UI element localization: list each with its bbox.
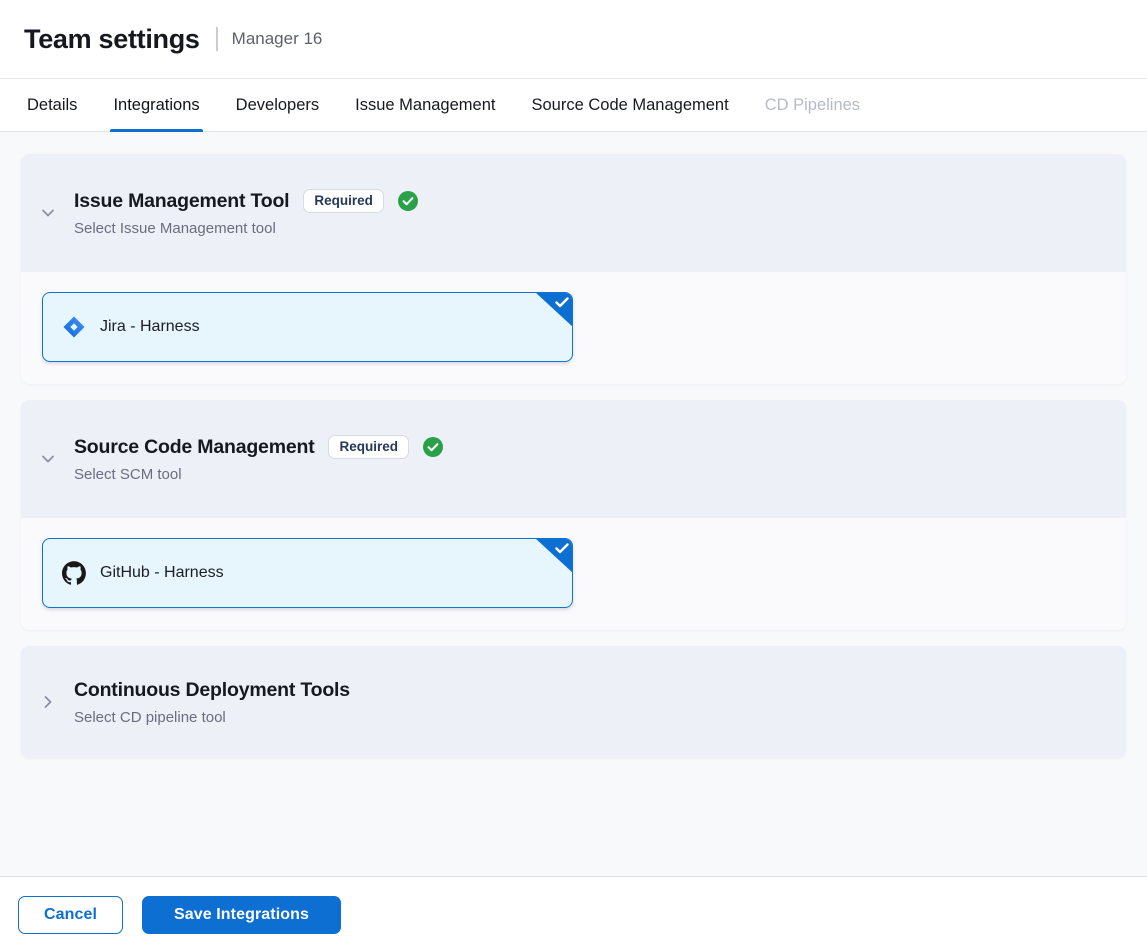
- chevron-down-icon[interactable]: [40, 205, 56, 221]
- check-circle-icon: [423, 437, 443, 457]
- tool-card-github-harness[interactable]: GitHub - Harness: [42, 538, 573, 608]
- section-title: Issue Management Tool: [74, 190, 289, 213]
- section-issue-management-body: Jira - Harness: [21, 272, 1126, 384]
- required-badge: Required: [328, 435, 409, 460]
- section-header-text: Source Code Management Required Select S…: [74, 435, 443, 484]
- section-scm-header[interactable]: Source Code Management Required Select S…: [21, 400, 1126, 518]
- page-header: Team settings Manager 16: [0, 0, 1147, 79]
- tool-card-label: GitHub - Harness: [100, 564, 224, 582]
- tab-details[interactable]: Details: [24, 79, 80, 131]
- selected-check-ribbon: [535, 538, 573, 573]
- tab-integrations[interactable]: Integrations: [110, 79, 202, 131]
- tab-developers[interactable]: Developers: [233, 79, 322, 131]
- team-settings-page: Team settings Manager 16 Details Integra…: [0, 0, 1147, 952]
- github-icon: [62, 561, 86, 585]
- section-scm-body: GitHub - Harness: [21, 518, 1126, 630]
- selected-check-ribbon: [535, 292, 573, 327]
- title-divider: [216, 27, 218, 51]
- section-header-text: Continuous Deployment Tools Select CD pi…: [74, 679, 350, 726]
- tab-source-code-management[interactable]: Source Code Management: [528, 79, 731, 131]
- check-circle-icon: [398, 191, 418, 211]
- jira-icon: [62, 315, 86, 339]
- section-subtitle: Select SCM tool: [74, 466, 443, 483]
- save-integrations-button[interactable]: Save Integrations: [142, 896, 341, 934]
- footer-action-bar: Cancel Save Integrations: [0, 876, 1147, 952]
- section-issue-management-header[interactable]: Issue Management Tool Required Select Is…: [21, 154, 1126, 272]
- page-title: Team settings: [24, 24, 200, 55]
- section-subtitle: Select Issue Management tool: [74, 220, 418, 237]
- integrations-content: Issue Management Tool Required Select Is…: [0, 132, 1147, 876]
- section-cd-header[interactable]: Continuous Deployment Tools Select CD pi…: [21, 646, 1126, 758]
- chevron-right-icon[interactable]: [40, 694, 56, 710]
- team-name-label: Manager 16: [232, 29, 323, 49]
- section-continuous-deployment-tools: Continuous Deployment Tools Select CD pi…: [21, 646, 1126, 758]
- tool-card-jira-harness[interactable]: Jira - Harness: [42, 292, 573, 362]
- section-header-text: Issue Management Tool Required Select Is…: [74, 189, 418, 238]
- required-badge: Required: [303, 189, 384, 214]
- chevron-down-icon[interactable]: [40, 451, 56, 467]
- section-title: Continuous Deployment Tools: [74, 679, 350, 702]
- cancel-button[interactable]: Cancel: [18, 896, 123, 934]
- section-subtitle: Select CD pipeline tool: [74, 709, 350, 726]
- section-issue-management-tool: Issue Management Tool Required Select Is…: [21, 154, 1126, 384]
- section-title: Source Code Management: [74, 436, 314, 459]
- tab-bar: Details Integrations Developers Issue Ma…: [0, 79, 1147, 132]
- tool-card-label: Jira - Harness: [100, 318, 200, 336]
- tab-cd-pipelines: CD Pipelines: [762, 79, 863, 131]
- tab-issue-management[interactable]: Issue Management: [352, 79, 498, 131]
- section-source-code-management: Source Code Management Required Select S…: [21, 400, 1126, 630]
